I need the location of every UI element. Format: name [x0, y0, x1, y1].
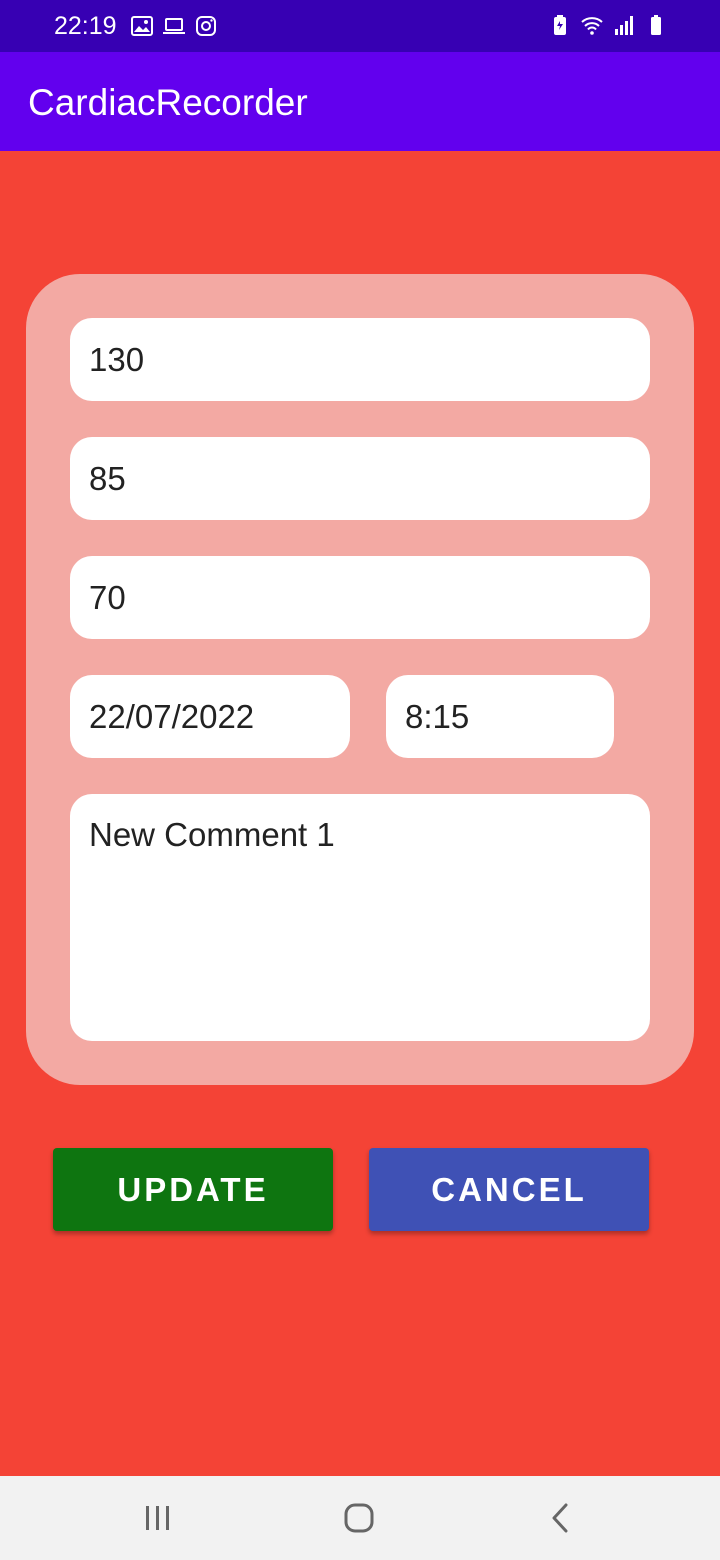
navigation-bar — [0, 1476, 720, 1560]
update-button[interactable]: UPDATE — [53, 1148, 333, 1231]
app-title: CardiacRecorder — [28, 82, 308, 123]
battery-saver-icon — [554, 15, 566, 35]
signal-icon — [615, 16, 633, 35]
back-icon[interactable] — [541, 1498, 581, 1538]
instagram-icon — [196, 16, 216, 36]
app-bar: CardiacRecorder — [0, 52, 720, 151]
systolic-input[interactable] — [70, 318, 650, 401]
battery-icon — [651, 15, 661, 35]
heart-rate-input[interactable] — [70, 556, 650, 639]
wifi-icon — [581, 17, 603, 35]
home-icon[interactable] — [339, 1498, 379, 1538]
status-time: 22:19 — [54, 12, 117, 40]
diastolic-input[interactable] — [70, 437, 650, 520]
cancel-button[interactable]: CANCEL — [369, 1148, 649, 1231]
date-input[interactable] — [70, 675, 350, 758]
system-icons — [548, 13, 668, 37]
laptop-icon — [163, 18, 185, 34]
notification-icons — [130, 14, 218, 38]
time-input[interactable] — [386, 675, 614, 758]
comment-input[interactable]: New Comment 1 — [70, 794, 650, 1041]
status-bar: 22:19 — [0, 0, 720, 52]
image-icon — [131, 16, 153, 36]
recents-icon[interactable] — [138, 1498, 178, 1538]
